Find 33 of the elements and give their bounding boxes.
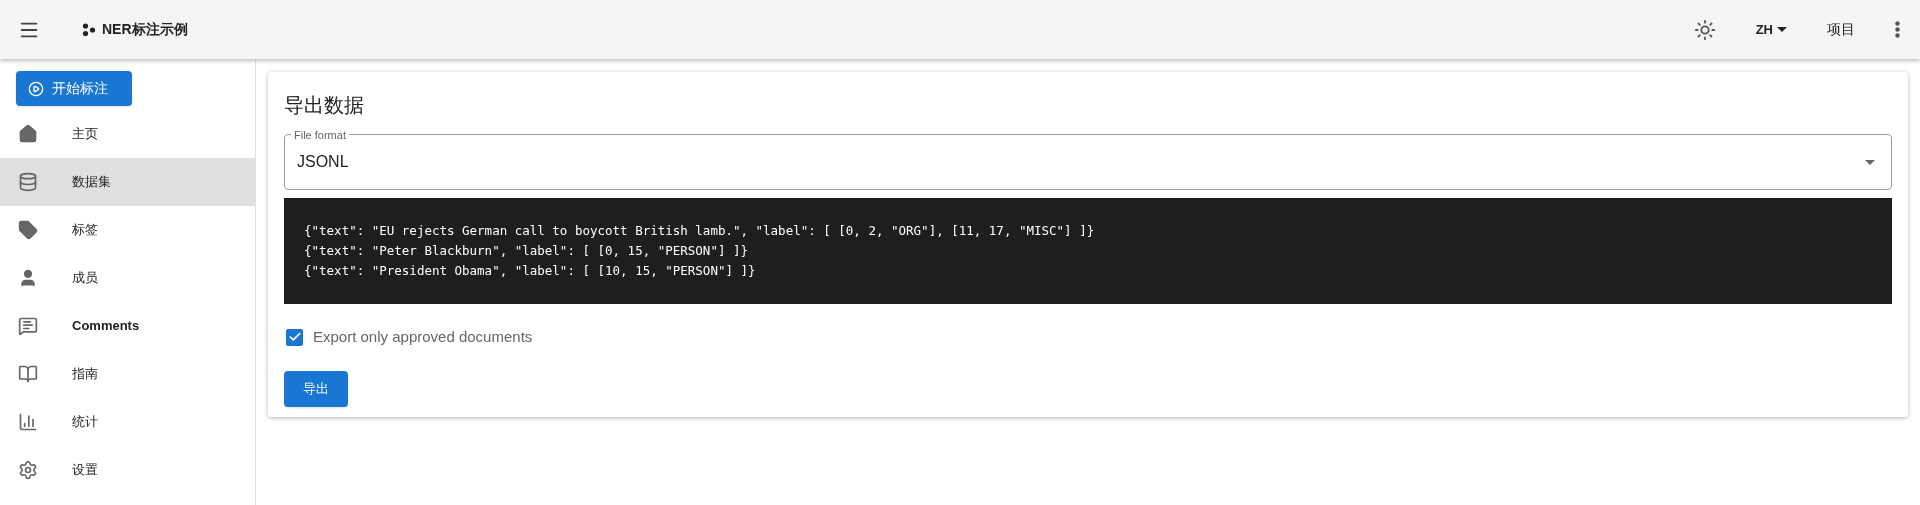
play-icon xyxy=(28,80,44,97)
sidebar-item[interactable]: 数据集 xyxy=(0,158,255,206)
checkbox[interactable] xyxy=(286,328,303,346)
sidebar-item[interactable]: 成员 xyxy=(0,254,255,302)
sidebar-item[interactable]: Comments xyxy=(0,302,255,350)
more-button[interactable] xyxy=(1895,21,1900,38)
theme-button[interactable] xyxy=(1693,18,1716,41)
code-preview: {"text": "EU rejects German call to boycott British lamb.", "label": [ [0, 2, "ORG"], [11, 17, "MISC"] ]} {"text": "Peter Blackburn", "label": [ [0, 15, "PERSON"] ]} {"text": "President Obama", "label": [ [10, 15, "PERSON"] ]} xyxy=(284,198,1892,304)
home-icon xyxy=(18,124,38,144)
export-button[interactable]: 导出 xyxy=(284,370,348,407)
database-icon xyxy=(18,172,38,192)
book-icon xyxy=(18,364,38,384)
sidebar-item[interactable]: 指南 xyxy=(0,350,255,398)
sun-icon xyxy=(1693,18,1716,41)
language-button[interactable]: ZH xyxy=(1755,19,1787,40)
tag-icon xyxy=(18,220,38,240)
projects-link[interactable]: 项目 xyxy=(1827,19,1855,40)
card-title: 导出数据 xyxy=(284,93,365,118)
sidebar-item[interactable]: 主页 xyxy=(0,110,255,158)
sidebar-item[interactable]: 标签 xyxy=(0,206,255,254)
sidebar-item[interactable]: 设置 xyxy=(0,446,255,494)
settings-icon xyxy=(18,460,38,480)
dropdown-icon xyxy=(1865,159,1875,165)
logo-icon xyxy=(82,22,96,37)
start-annotation-button[interactable]: 开始标注 xyxy=(16,71,132,106)
more-icon xyxy=(1895,21,1900,38)
comment-icon xyxy=(18,316,38,336)
app-title: NER标注示例 xyxy=(102,20,188,39)
person-icon xyxy=(18,268,38,288)
caret-icon xyxy=(1777,27,1787,32)
checkbox-label: Export only approved documents xyxy=(313,327,533,347)
bar-chart-icon xyxy=(18,412,38,432)
sidebar-item[interactable]: 统计 xyxy=(0,398,255,446)
